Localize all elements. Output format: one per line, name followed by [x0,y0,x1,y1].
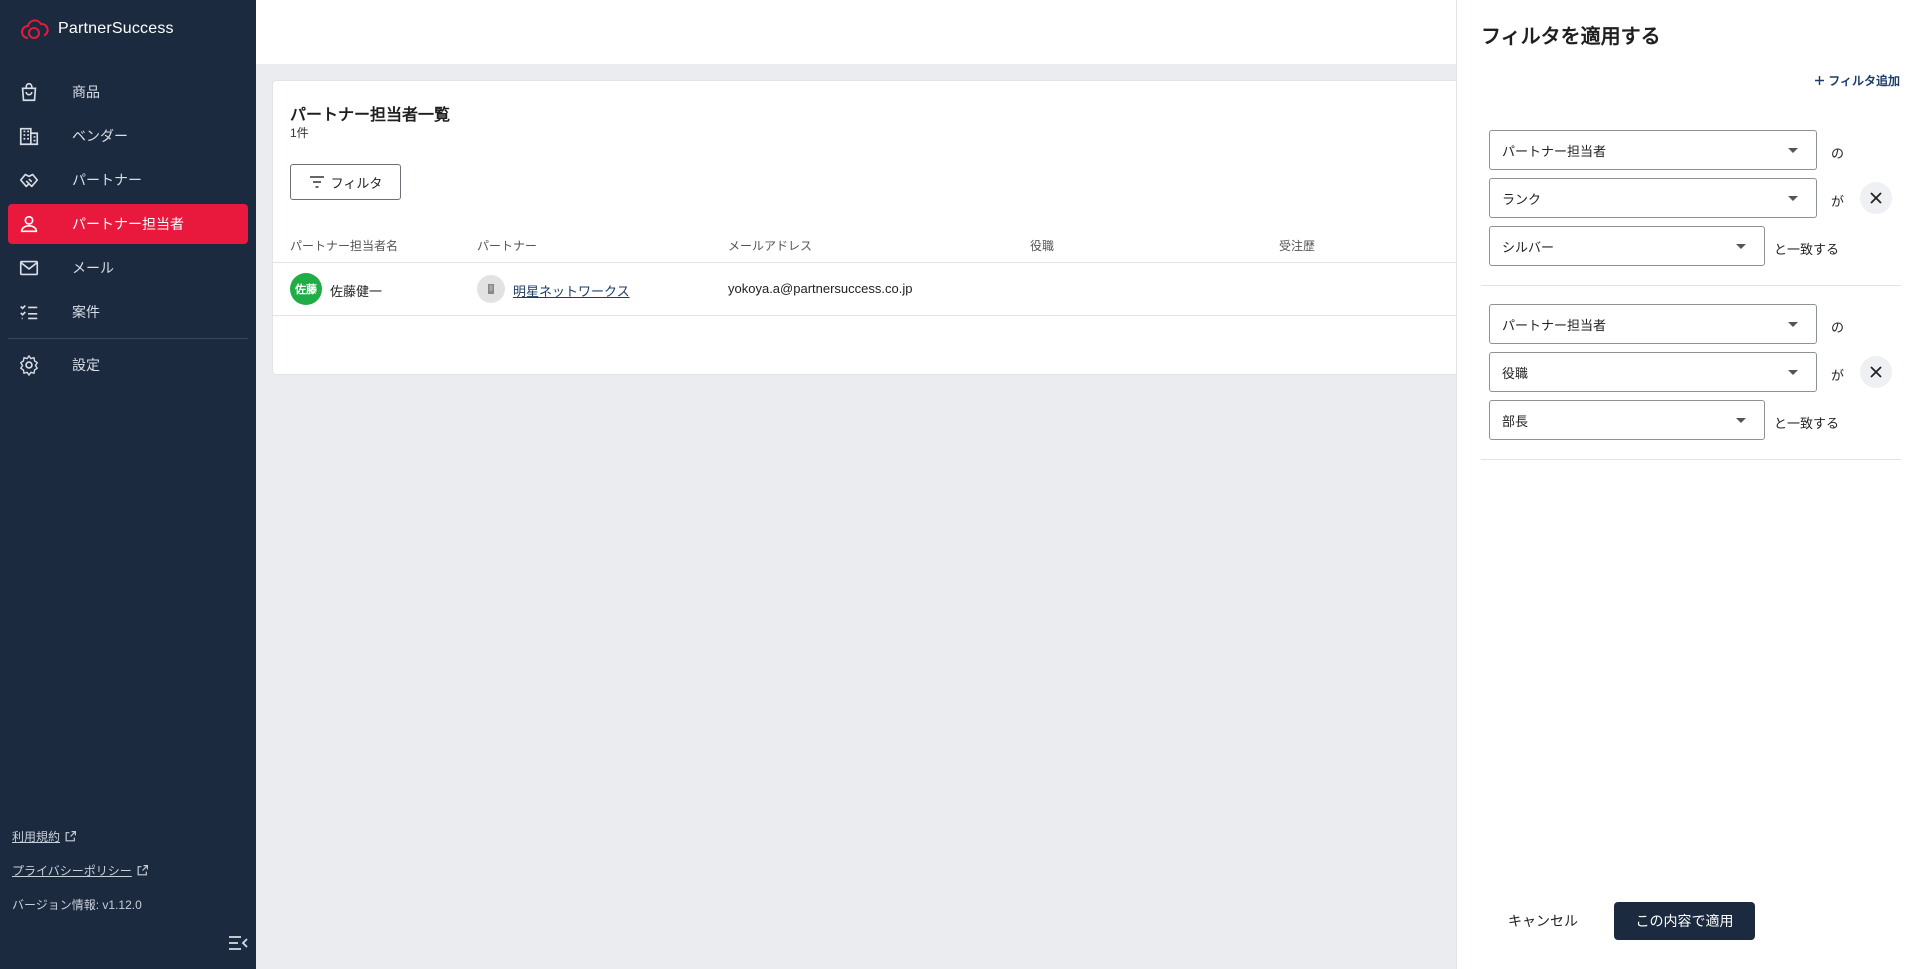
column-header-title[interactable]: 役職 [1030,237,1054,254]
filter-icon [309,176,324,188]
add-filter-button[interactable]: フィルタ追加 [1815,72,1900,89]
sidebar-item-vendors[interactable]: ベンダー [8,116,248,156]
contact-name: 佐藤健一 [330,284,383,299]
privacy-link-label: プライバシーポリシー [12,863,132,878]
company-avatar [477,275,505,303]
filter-object-value: パートナー担当者 [1502,143,1607,159]
sidebar-item-label: ベンダー [72,128,128,144]
filter-field-value: 役職 [1502,365,1529,381]
filter-object-value: パートナー担当者 [1502,317,1607,333]
connector-ga: が [1831,368,1845,383]
brand-name: PartnerSuccess [58,20,174,37]
filter-panel-title: フィルタを適用する [1481,26,1661,48]
column-header-partner[interactable]: パートナー [477,237,537,254]
sidebar-footer: 利用規約 プライバシーポリシー バージョン情報: v1.12.0 [12,819,244,969]
sidebar-item-label: 案件 [72,304,100,320]
filter-object-select[interactable]: パートナー担当者 [1489,130,1817,170]
plus-icon [1815,76,1825,85]
collapse-sidebar-icon[interactable] [226,931,250,955]
mail-icon [19,260,39,276]
checklist-icon [20,304,38,320]
table-header: パートナー担当者名 パートナー メールアドレス 役職 受注歴 [273,229,1471,263]
filter-value-value: 部長 [1502,413,1529,429]
close-icon [1870,366,1882,378]
remove-filter-button[interactable] [1860,356,1892,388]
filter-value-select[interactable]: 部長 [1489,400,1765,440]
chevron-down-icon [1788,148,1798,153]
building-icon [19,127,39,146]
terms-link[interactable]: 利用規約 [12,819,244,853]
cancel-button[interactable]: キャンセル [1488,902,1598,940]
filter-button[interactable]: フィルタ [290,164,401,200]
column-header-email[interactable]: メールアドレス [728,237,812,254]
column-header-name[interactable]: パートナー担当者名 [290,237,398,254]
filter-group-2: パートナー担当者 の 役職 が 部長 と一致する [1481,290,1901,460]
gear-icon [20,355,38,376]
person-icon [20,215,38,233]
result-count: 1件 [290,126,309,140]
column-header-orders[interactable]: 受注歴 [1279,237,1315,254]
chevron-down-icon [1788,322,1798,327]
sidebar-nav: 商品 ベンダー パートナー パートナー担当者 メール 案件 設定 [0,72,256,389]
partner-contacts-card: パートナー担当者一覧 1件 フィルタ パートナー担当者名 パートナー メールアド… [272,80,1472,375]
connector-of: の [1831,320,1845,335]
filter-field-select[interactable]: ランク [1489,178,1817,218]
sidebar-item-label: パートナー [72,172,142,188]
filter-panel: フィルタを適用する フィルタ追加 パートナー担当者 の ランク が シルバー と… [1456,0,1920,969]
contact-email: yokoya.a@partnersuccess.co.jp [728,281,913,296]
filter-field-select[interactable]: 役職 [1489,352,1817,392]
brand-logo[interactable]: PartnerSuccess [20,18,174,40]
chevron-down-icon [1736,418,1746,423]
sidebar-divider [8,338,248,339]
sidebar-item-label: 設定 [72,357,100,373]
version-info: バージョン情報: v1.12.0 [12,897,142,912]
sidebar-item-label: メール [72,260,114,276]
close-icon [1870,192,1882,204]
page-title: パートナー担当者一覧 [290,107,451,124]
connector-match: と一致する [1774,416,1840,431]
sidebar-item-label: 商品 [72,84,100,100]
building-icon [488,284,494,294]
filter-field-value: ランク [1502,191,1542,207]
table-row[interactable]: 佐藤 佐藤健一 明星ネットワークス yokoya.a@partnersucces… [273,263,1471,316]
sidebar-item-partner-contacts[interactable]: パートナー担当者 [8,204,248,244]
sidebar: PartnerSuccess 商品 ベンダー パートナー パートナー担当者 メー… [0,0,256,969]
privacy-link[interactable]: プライバシーポリシー [12,853,244,887]
terms-link-label: 利用規約 [12,829,61,844]
filter-button-label: フィルタ [330,175,383,191]
handshake-icon [19,173,39,188]
external-link-icon [137,864,148,875]
shopping-bag-icon [21,82,37,102]
cloud-logo-icon [21,19,49,39]
partner-link[interactable]: 明星ネットワークス [513,281,630,300]
chevron-down-icon [1788,370,1798,375]
chevron-down-icon [1736,244,1746,249]
external-link-icon [65,830,76,841]
apply-filter-button[interactable]: この内容で適用 [1614,902,1755,940]
sidebar-item-partners[interactable]: パートナー [8,160,248,200]
filter-value-value: シルバー [1502,239,1555,255]
sidebar-item-deals[interactable]: 案件 [8,292,248,332]
sidebar-item-label: パートナー担当者 [72,216,184,232]
filter-group-1: パートナー担当者 の ランク が シルバー と一致する [1481,118,1901,286]
chevron-down-icon [1788,196,1798,201]
sidebar-item-mail[interactable]: メール [8,248,248,288]
filter-value-select[interactable]: シルバー [1489,226,1765,266]
add-filter-label: フィルタ追加 [1828,74,1900,88]
filter-object-select[interactable]: パートナー担当者 [1489,304,1817,344]
sidebar-item-products[interactable]: 商品 [8,72,248,112]
connector-ga: が [1831,194,1845,209]
connector-of: の [1831,146,1845,161]
sidebar-item-settings[interactable]: 設定 [8,345,248,385]
remove-filter-button[interactable] [1860,182,1892,214]
connector-match: と一致する [1774,242,1840,257]
avatar: 佐藤 [290,273,322,305]
